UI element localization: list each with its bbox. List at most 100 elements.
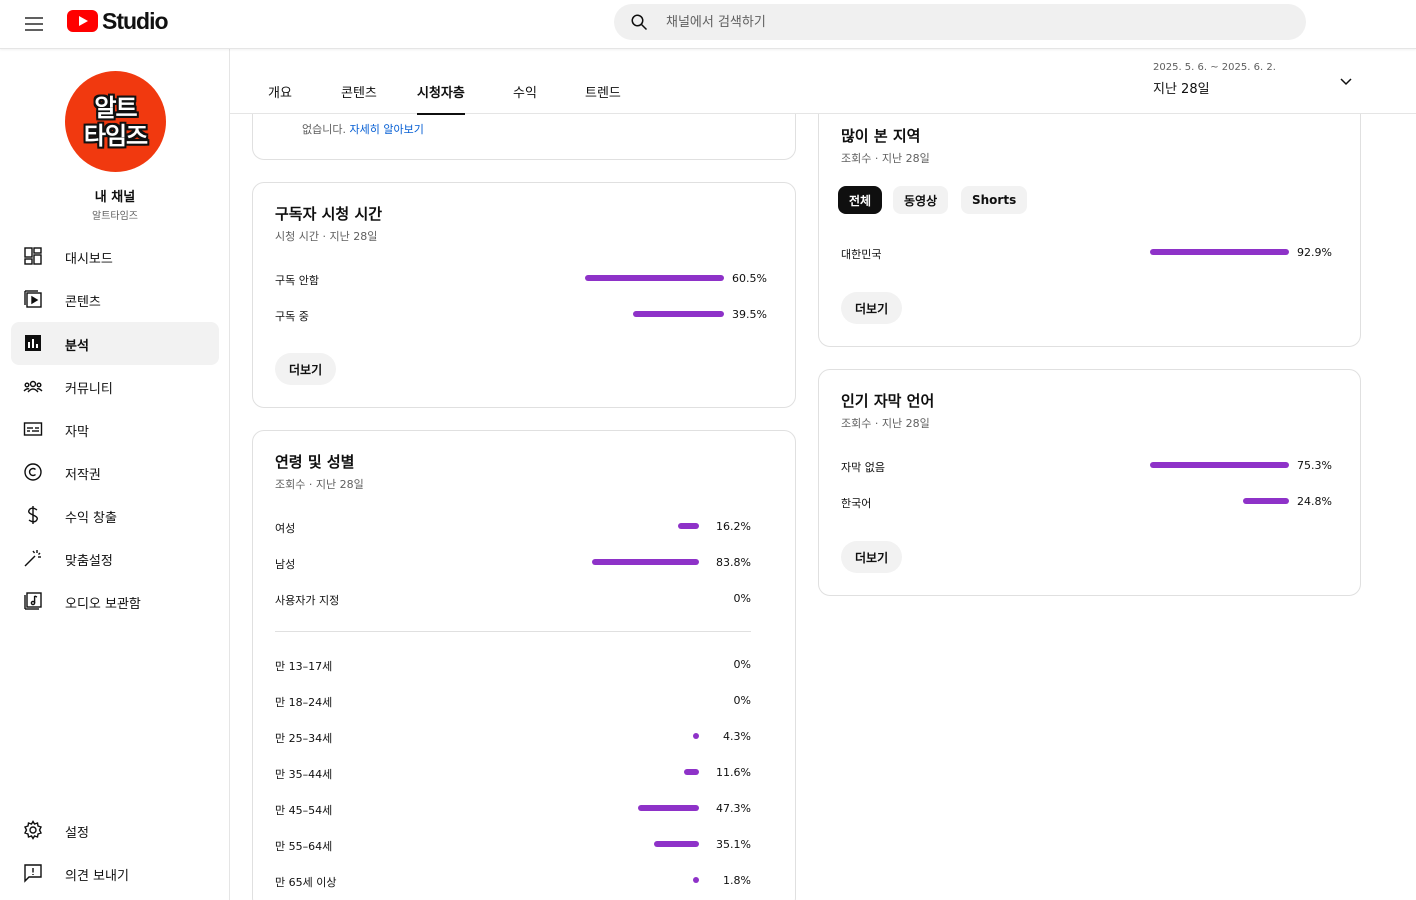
analytics-icon	[25, 335, 41, 351]
row-value: 16.2%	[716, 520, 751, 533]
audio-library-icon	[24, 592, 42, 610]
row-value: 83.8%	[716, 556, 751, 569]
row-value: 47.3%	[716, 802, 751, 815]
row-label: 대한민국	[841, 248, 882, 261]
sidebar-item-settings[interactable]: 설정	[11, 809, 219, 852]
youtube-logo-icon	[67, 10, 98, 32]
card-subtitle: 시청 시간 · 지난 28일	[275, 230, 378, 243]
partial-card-text: 없습니다. 자세히 알아보기	[302, 123, 424, 136]
menu-icon[interactable]	[22, 12, 46, 36]
sidebar-item-label: 저작권	[65, 468, 101, 483]
avatar-text-line2: 타임즈	[83, 121, 148, 150]
tab-trends[interactable]: 트렌드	[585, 82, 621, 113]
percentage-bar	[654, 841, 699, 847]
sidebar-item-label: 수익 창출	[65, 511, 117, 526]
card-title: 구독자 시청 시간	[275, 205, 383, 223]
chip-videos[interactable]: 동영상	[893, 186, 949, 214]
percentage-bar	[591, 559, 699, 565]
tab-audience[interactable]: 시청자층	[417, 82, 465, 115]
tab-content[interactable]: 콘텐츠	[341, 82, 377, 113]
sidebar-item-audio-library[interactable]: 오디오 보관함	[11, 580, 219, 623]
age-gender-card: 연령 및 성별 조회수 · 지난 28일 여성 16.2% 남성 83.8% 사용자가 …	[252, 430, 796, 900]
sidebar-item-label: 의견 보내기	[65, 869, 129, 884]
row-value: 4.3%	[723, 730, 751, 743]
percentage-bar	[638, 805, 699, 811]
percentage-bar	[1243, 498, 1289, 504]
wand-icon	[24, 550, 41, 567]
studio-logo[interactable]: Studio	[67, 7, 169, 34]
channel-name: 알트타임즈	[92, 211, 138, 222]
top-bar: Studio	[0, 0, 1416, 49]
sidebar-item-label: 대시보드	[65, 252, 113, 267]
sidebar-item-community[interactable]: 커뮤니티	[11, 365, 219, 408]
sidebar-item-label: 커뮤니티	[65, 382, 113, 397]
percentage-bar	[684, 769, 699, 775]
percentage-bar	[693, 877, 699, 883]
row-label: 만 25–34세	[275, 732, 333, 745]
sidebar-item-label: 분석	[65, 339, 89, 354]
row-label: 여성	[275, 522, 296, 535]
card-title: 연령 및 성별	[275, 453, 355, 471]
sidebar-item-label: 콘텐츠	[65, 295, 101, 310]
sidebar-item-subtitles[interactable]: 자막	[11, 408, 219, 451]
row-label: 자막 없음	[841, 461, 885, 474]
search-icon[interactable]	[630, 13, 648, 31]
row-label: 만 45–54세	[275, 804, 333, 817]
chevron-down-icon[interactable]	[1338, 73, 1354, 89]
sidebar-item-monetization[interactable]: 수익 창출	[11, 494, 219, 537]
row-value: 11.6%	[716, 766, 751, 779]
sidebar-item-content[interactable]: 콘텐츠	[11, 278, 219, 321]
percentage-bar	[1149, 249, 1289, 255]
row-label: 남성	[275, 558, 296, 571]
percentage-bar	[633, 311, 724, 317]
dollar-icon	[28, 506, 38, 524]
chip-shorts[interactable]: Shorts	[961, 186, 1028, 214]
date-period-selector[interactable]: 지난 28일	[1153, 78, 1210, 97]
sidebar-item-customization[interactable]: 맞춤설정	[11, 537, 219, 580]
card-subtitle: 조회수 · 지난 28일	[841, 417, 930, 430]
top-regions-card: 많이 본 지역 조회수 · 지난 28일 대한민국 92.9% 더보기	[818, 100, 1361, 347]
more-button[interactable]: 더보기	[275, 353, 337, 385]
row-value: 0%	[733, 694, 751, 707]
card-title: 인기 자막 언어	[841, 392, 935, 410]
row-label: 만 65세 이상	[275, 876, 337, 889]
chip-all[interactable]: 전체	[838, 186, 883, 214]
sidebar-item-analytics[interactable]: 분석	[11, 322, 219, 365]
sidebar-item-feedback[interactable]: 의견 보내기	[11, 852, 219, 895]
row-value: 35.1%	[716, 838, 751, 851]
more-button[interactable]: 더보기	[841, 541, 903, 573]
subtitle-languages-card: 인기 자막 언어 조회수 · 지난 28일 자막 없음 75.3% 한국어 24.8%…	[818, 369, 1361, 596]
row-label: 구독 안함	[275, 274, 319, 287]
content-icon	[24, 290, 42, 308]
sidebar: 알트 타임즈 내 채널 알트타임즈 대시보드 콘텐츠 분석 커뮤니티 자막 저작…	[0, 49, 230, 900]
sidebar-item-label: 자막	[65, 425, 89, 440]
sidebar-item-dashboard[interactable]: 대시보드	[11, 235, 219, 278]
date-range: 2025. 5. 6. ~ 2025. 6. 2.	[1153, 62, 1276, 73]
row-label: 사용자가 지정	[275, 594, 340, 607]
card-subtitle: 조회수 · 지난 28일	[841, 152, 930, 165]
sidebar-item-label: 맞춤설정	[65, 554, 113, 569]
percentage-bar	[678, 523, 699, 529]
row-label: 한국어	[841, 497, 872, 510]
row-label: 만 13–17세	[275, 660, 333, 673]
percentage-bar	[1149, 462, 1289, 468]
channel-avatar[interactable]: 알트 타임즈	[65, 71, 166, 172]
search-input[interactable]	[666, 4, 1266, 40]
channel-title: 내 채널	[94, 190, 136, 205]
row-value: 0%	[733, 592, 751, 605]
percentage-bar	[693, 733, 699, 739]
analytics-tabs-bar: 개요 콘텐츠 시청자층 수익 트렌드 2025. 5. 6. ~ 2025. 6…	[230, 49, 1416, 115]
feedback-icon	[24, 864, 42, 883]
sidebar-item-copyright[interactable]: 저작권	[11, 451, 219, 494]
learn-more-link[interactable]: 자세히 알아보기	[349, 123, 423, 136]
card-title: 많이 본 지역	[841, 127, 921, 145]
more-button[interactable]: 더보기	[841, 292, 903, 324]
row-label: 구독 중	[275, 310, 309, 323]
tab-overview[interactable]: 개요	[268, 82, 292, 113]
tab-revenue[interactable]: 수익	[513, 82, 537, 113]
card-subtitle: 조회수 · 지난 28일	[275, 478, 364, 491]
row-label: 만 18–24세	[275, 696, 333, 709]
subscriber-watch-time-card: 구독자 시청 시간 시청 시간 · 지난 28일 구독 안함 60.5% 구독 중3…	[252, 182, 796, 408]
logo-text: Studio	[102, 7, 169, 34]
copyright-icon	[24, 463, 42, 481]
